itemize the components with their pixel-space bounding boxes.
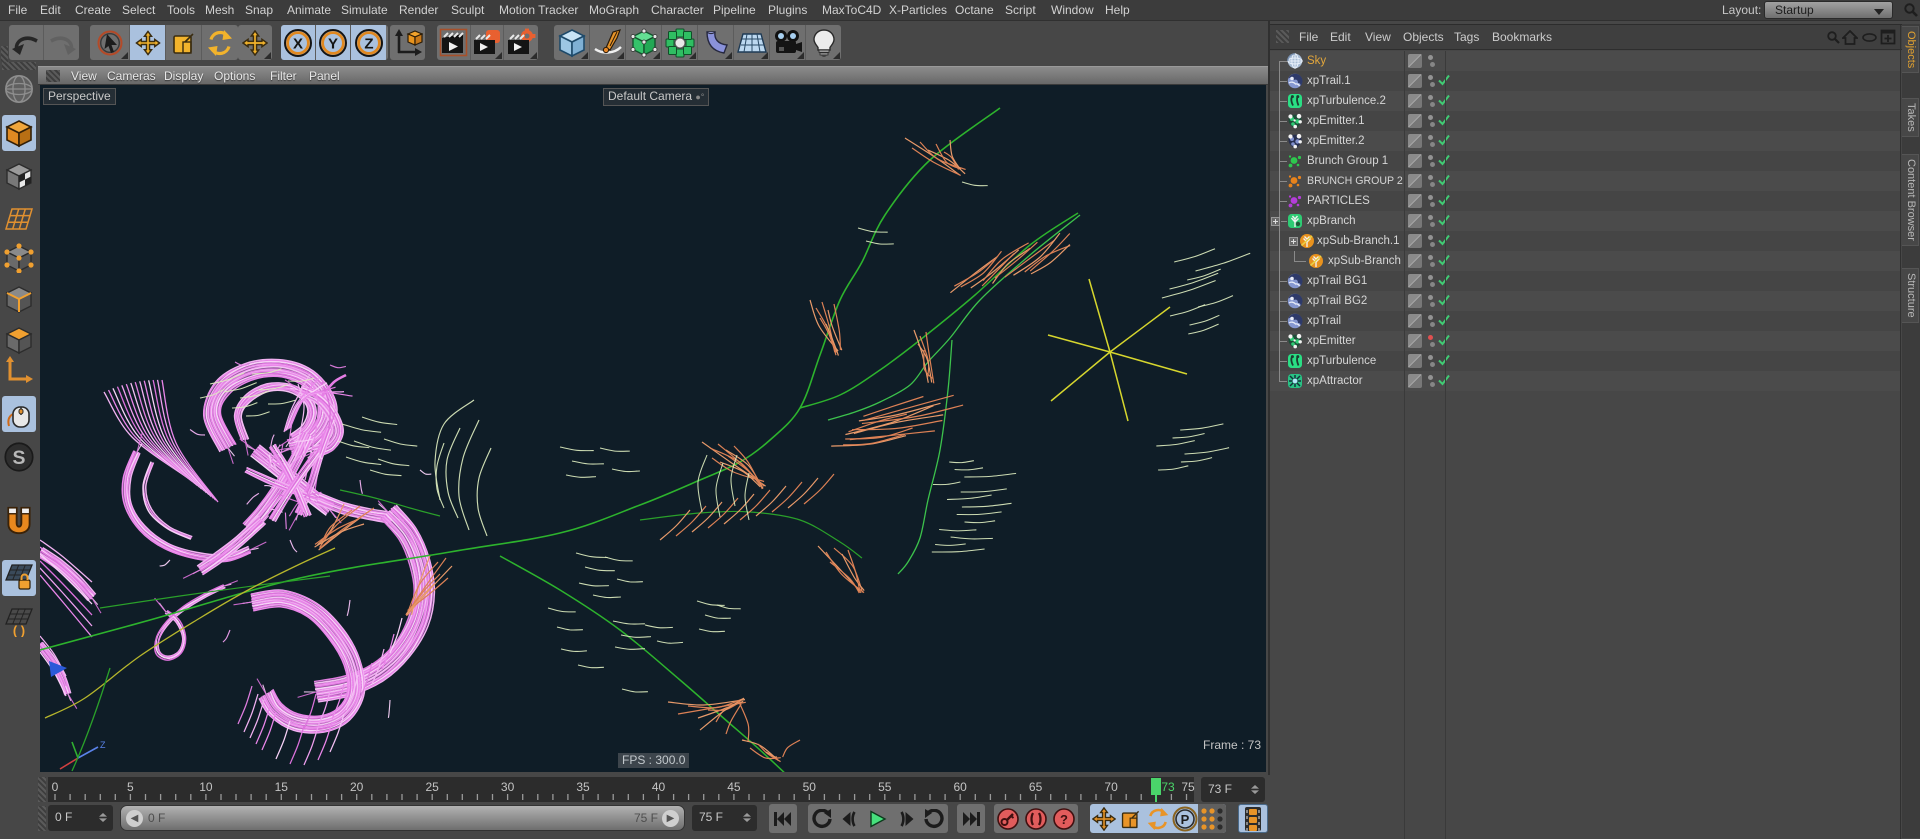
svg-text:?: ?	[1060, 812, 1068, 827]
svg-text:Z: Z	[100, 740, 106, 750]
svg-text:S: S	[13, 447, 26, 469]
svg-text:P: P	[1180, 812, 1189, 827]
svg-text:Y: Y	[328, 35, 338, 52]
svg-text:Z: Z	[364, 35, 373, 52]
svg-text:( ): ( )	[13, 623, 25, 637]
svg-text:X: X	[293, 35, 303, 52]
